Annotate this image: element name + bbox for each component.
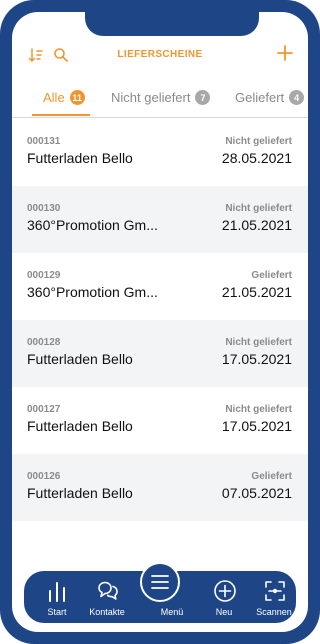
plus-circle-icon: [214, 580, 236, 602]
document-date: 21.05.2021: [221, 217, 292, 233]
app-screen: LIEFERSCHEINE Alle 11 Nicht geliefert 7 …: [12, 12, 308, 632]
nav-contacts[interactable]: Kontakte: [80, 571, 134, 623]
list-item[interactable]: 000127 Futterladen Bello Nicht geliefert…: [12, 387, 308, 454]
tab-delivered[interactable]: Geliefert 4: [235, 90, 305, 105]
bar-chart-icon: [49, 582, 65, 602]
customer-name: 360°Promotion Gm...: [27, 217, 158, 233]
customer-name: Futterladen Bello: [27, 150, 133, 166]
document-number: 000129: [27, 270, 61, 281]
tab-label: Nicht geliefert: [111, 90, 191, 105]
list-item[interactable]: 000128 Futterladen Bello Nicht geliefert…: [12, 320, 308, 387]
delivery-status: Nicht geliefert: [225, 136, 292, 147]
delivery-status: Geliefert: [251, 270, 292, 281]
list-item[interactable]: 000131 Futterladen Bello Nicht geliefert…: [12, 119, 308, 186]
nav-label: Neu: [215, 607, 233, 617]
document-number: 000127: [27, 404, 61, 415]
scan-icon: [265, 581, 285, 601]
document-number: 000131: [27, 136, 61, 147]
device-frame: LIEFERSCHEINE Alle 11 Nicht geliefert 7 …: [0, 0, 320, 644]
list-item[interactable]: 000126 Futterladen Bello Geliefert 07.05…: [12, 454, 308, 521]
delivery-note-list: 000131 Futterladen Bello Nicht geliefert…: [12, 119, 308, 521]
nav-label: Scannen: [256, 607, 292, 617]
filter-tabs: Alle 11 Nicht geliefert 7 Geliefert 4: [12, 82, 308, 118]
nav-scan[interactable]: Scannen: [247, 571, 301, 623]
device-notch: [85, 12, 259, 36]
tab-all[interactable]: Alle 11: [43, 90, 85, 105]
nav-new[interactable]: Neu: [197, 571, 251, 623]
count-badge: 11: [69, 90, 85, 105]
chat-bubbles-icon: [98, 581, 118, 600]
app-header: LIEFERSCHEINE: [12, 42, 308, 68]
nav-start[interactable]: Start: [30, 571, 84, 623]
document-number: 000128: [27, 337, 61, 348]
list-item[interactable]: 000129 360°Promotion Gm... Geliefert 21.…: [12, 253, 308, 320]
customer-name: 360°Promotion Gm...: [27, 284, 158, 300]
count-badge: 4: [289, 90, 305, 105]
list-item[interactable]: 000130 360°Promotion Gm... Nicht geliefe…: [12, 186, 308, 253]
menu-button[interactable]: [140, 562, 180, 602]
document-date: 07.05.2021: [221, 485, 292, 501]
document-number: 000130: [27, 203, 61, 214]
hamburger-icon: [151, 575, 169, 589]
tab-label: Alle: [43, 90, 65, 105]
document-date: 21.05.2021: [221, 284, 292, 300]
delivery-status: Geliefert: [251, 471, 292, 482]
count-badge: 7: [195, 90, 211, 105]
customer-name: Futterladen Bello: [27, 485, 133, 501]
document-number: 000126: [27, 471, 61, 482]
tab-label: Geliefert: [235, 90, 285, 105]
nav-label: Start: [47, 607, 67, 617]
document-date: 28.05.2021: [221, 150, 292, 166]
customer-name: Futterladen Bello: [27, 418, 133, 434]
delivery-status: Nicht geliefert: [225, 203, 292, 214]
delivery-status: Nicht geliefert: [225, 404, 292, 415]
page-title: LIEFERSCHEINE: [117, 49, 203, 60]
nav-label: Kontakte: [89, 607, 125, 617]
document-date: 17.05.2021: [221, 351, 292, 367]
document-date: 17.05.2021: [221, 418, 292, 434]
customer-name: Futterladen Bello: [27, 351, 133, 367]
active-tab-indicator: [32, 114, 90, 116]
add-icon[interactable]: [276, 44, 294, 62]
tab-not-delivered[interactable]: Nicht geliefert 7: [111, 90, 211, 105]
delivery-status: Nicht geliefert: [225, 337, 292, 348]
nav-label: Menü: [160, 607, 184, 617]
